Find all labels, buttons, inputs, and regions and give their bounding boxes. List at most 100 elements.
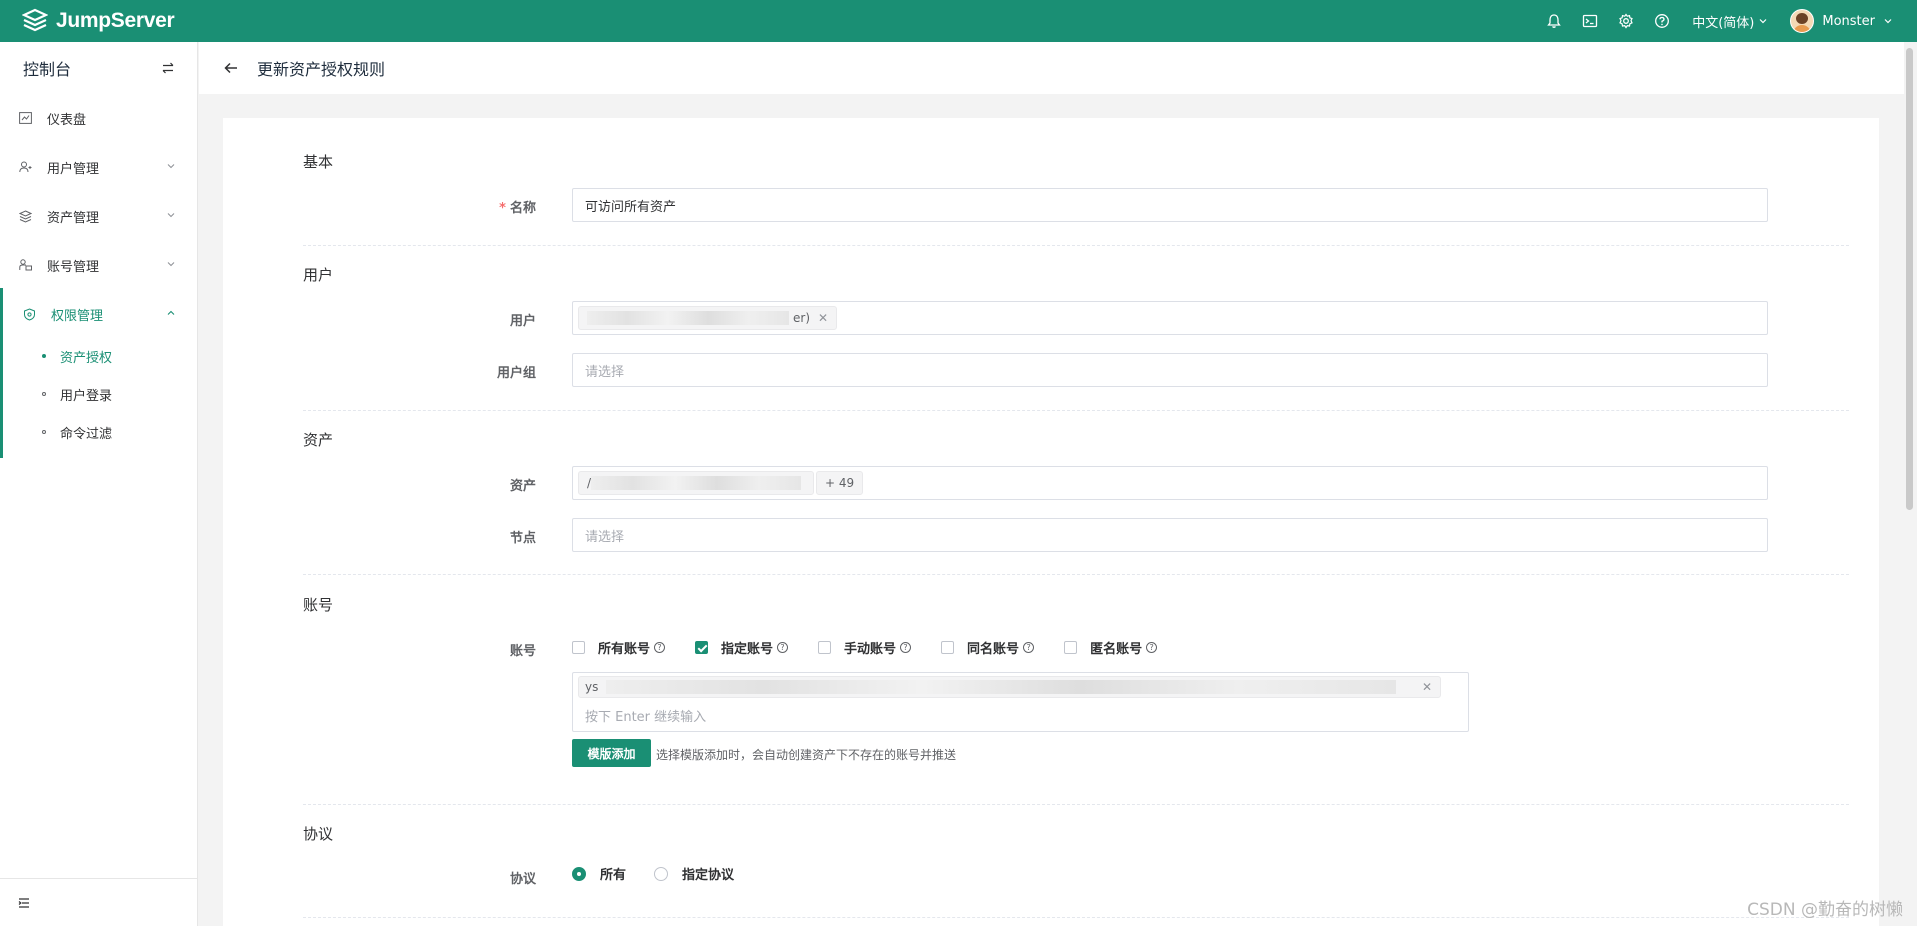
remove-tag-icon[interactable]: ✕	[1422, 680, 1432, 694]
tag-text: er)	[793, 311, 810, 325]
bell-icon[interactable]	[1536, 0, 1572, 42]
app-name: JumpServer	[56, 9, 175, 32]
section-title-protocol: 协议	[303, 825, 334, 843]
help-icon[interactable]	[1644, 0, 1680, 42]
user-menu[interactable]: Monster	[1790, 9, 1893, 33]
name-input[interactable]: 可访问所有资产	[572, 188, 1768, 222]
radio-circle-selected	[572, 866, 586, 881]
section-title-asset: 资产	[303, 431, 334, 449]
back-arrow-icon[interactable]	[223, 59, 241, 77]
question-mark-icon[interactable]: ?	[1146, 642, 1158, 653]
selected-asset-tag: /	[578, 471, 815, 495]
bullet-icon	[42, 354, 46, 358]
switch-view-icon[interactable]	[161, 61, 175, 75]
user-groups-placeholder: 请选择	[585, 364, 625, 380]
checkbox-manual-accounts[interactable]: 手动账号 ?	[818, 638, 912, 657]
sidebar-item-label: 用户管理	[47, 161, 100, 177]
assets-select[interactable]: / + 49	[572, 466, 1768, 500]
redacted-text	[606, 680, 1397, 694]
account-type-checkboxes: 所有账号 ? 指定账号 ? 手动账号 ? 同名账号 ? 匿名账号 ?	[572, 638, 1187, 657]
sidebar-item-label: 仪表盘	[47, 112, 87, 128]
redacted-text	[591, 476, 802, 490]
checkbox-specified-accounts[interactable]: 指定账号 ?	[695, 638, 789, 657]
sidebar-item-permission-management[interactable]: 权限管理	[0, 294, 198, 334]
nodes-label: 节点	[509, 531, 536, 546]
name-input-value: 可访问所有资产	[585, 199, 677, 215]
accounts-tag-input[interactable]: ys ✕ 按下 Enter 继续输入	[572, 672, 1469, 732]
sidebar-title: 控制台	[23, 60, 72, 79]
users-label: 用户	[509, 314, 536, 329]
radio-all-protocols[interactable]: 所有	[572, 864, 626, 883]
sidebar-item-asset-management[interactable]: 资产管理	[0, 196, 198, 236]
chevron-down-icon	[167, 164, 175, 169]
terminal-icon[interactable]	[1572, 0, 1608, 42]
assets-label: 资产	[509, 479, 536, 494]
language-label: 中文(简体)	[1692, 15, 1755, 31]
section-divider	[303, 917, 1849, 918]
sidebar: 控制台 仪表盘 用户管理 资产管理 账号管理 权限管理 资产授权 用户登录 命令…	[0, 42, 198, 926]
bullet-icon	[42, 430, 46, 434]
avatar	[1790, 9, 1815, 33]
tag-text: ys	[585, 680, 599, 694]
top-bar: JumpServer 中文(简体) Monster	[0, 0, 1917, 42]
checkbox-anonymous-accounts[interactable]: 匿名账号 ?	[1064, 638, 1158, 657]
checkbox-same-name-accounts[interactable]: 同名账号 ?	[941, 638, 1035, 657]
sidebar-subitem-label: 资产授权	[60, 350, 113, 366]
required-asterisk: *	[499, 201, 506, 216]
settings-gear-icon[interactable]	[1608, 0, 1644, 42]
template-add-hint: 选择模版添加时，会自动创建资产下不存在的账号并推送	[656, 748, 957, 762]
chevron-up-icon	[167, 310, 175, 315]
section-title-basic: 基本	[303, 153, 334, 171]
remove-tag-icon[interactable]: ✕	[818, 311, 828, 325]
selected-accounts-tag: ys ✕	[578, 676, 1441, 698]
checkbox-box	[572, 641, 585, 654]
collapse-menu-icon[interactable]	[18, 897, 30, 909]
logo[interactable]: JumpServer	[22, 0, 175, 42]
chevron-down-icon	[1884, 19, 1892, 24]
dashboard-icon	[18, 111, 32, 125]
sidebar-subitem-user-login[interactable]: 用户登录	[0, 376, 198, 412]
user-groups-label: 用户组	[496, 366, 536, 381]
page-header: 更新资产授权规则	[199, 42, 1904, 94]
nodes-select[interactable]: 请选择	[572, 518, 1768, 552]
sidebar-item-user-management[interactable]: 用户管理	[0, 147, 198, 187]
name-label: * 名称	[499, 201, 536, 216]
sidebar-item-dashboard[interactable]: 仪表盘	[0, 98, 198, 138]
checkbox-box	[941, 641, 955, 654]
question-mark-icon[interactable]: ?	[654, 642, 666, 653]
question-mark-icon[interactable]: ?	[777, 642, 789, 653]
selected-user-tag: er) ✕	[578, 306, 838, 330]
question-mark-icon[interactable]: ?	[1023, 642, 1035, 653]
form-card: 基本 * 名称 可访问所有资产 用户 用户 er) ✕ 用户组 请选择 资产 资产…	[223, 118, 1879, 926]
checkbox-box-checked	[695, 641, 709, 654]
sidebar-subitem-label: 命令过滤	[60, 426, 113, 442]
sidebar-item-label: 资产管理	[47, 210, 100, 226]
user-groups-select[interactable]: 请选择	[572, 353, 1768, 387]
section-divider	[303, 245, 1849, 246]
sidebar-item-account-management[interactable]: 账号管理	[0, 245, 198, 285]
watermark: CSDN @勤奋的树懒	[1747, 900, 1903, 920]
section-title-account: 账号	[303, 596, 334, 614]
section-divider	[303, 410, 1849, 411]
template-add-button[interactable]: 模版添加	[572, 739, 651, 767]
account-icon	[18, 258, 32, 272]
radio-specified-protocols[interactable]: 指定协议	[654, 864, 734, 883]
checkbox-all-accounts[interactable]: 所有账号 ?	[572, 638, 666, 657]
question-mark-icon[interactable]: ?	[900, 642, 912, 653]
sidebar-subitem-asset-permission[interactable]: 资产授权	[0, 338, 198, 374]
language-selector[interactable]: 中文(简体)	[1692, 12, 1768, 31]
nodes-placeholder: 请选择	[585, 529, 625, 545]
page-scrollbar[interactable]	[1906, 48, 1913, 510]
page-title: 更新资产授权规则	[257, 60, 386, 79]
chevron-down-icon	[167, 213, 175, 218]
sidebar-subitem-command-filter[interactable]: 命令过滤	[0, 414, 198, 450]
users-select[interactable]: er) ✕	[572, 301, 1768, 335]
username: Monster	[1822, 13, 1875, 29]
accounts-label: 账号	[509, 644, 536, 659]
sidebar-item-label: 权限管理	[51, 308, 104, 324]
section-title-user: 用户	[303, 266, 334, 284]
shield-icon	[22, 307, 36, 321]
protocol-radio-group: 所有 指定协议	[572, 864, 762, 883]
radio-circle	[654, 866, 669, 881]
section-divider	[303, 574, 1849, 575]
